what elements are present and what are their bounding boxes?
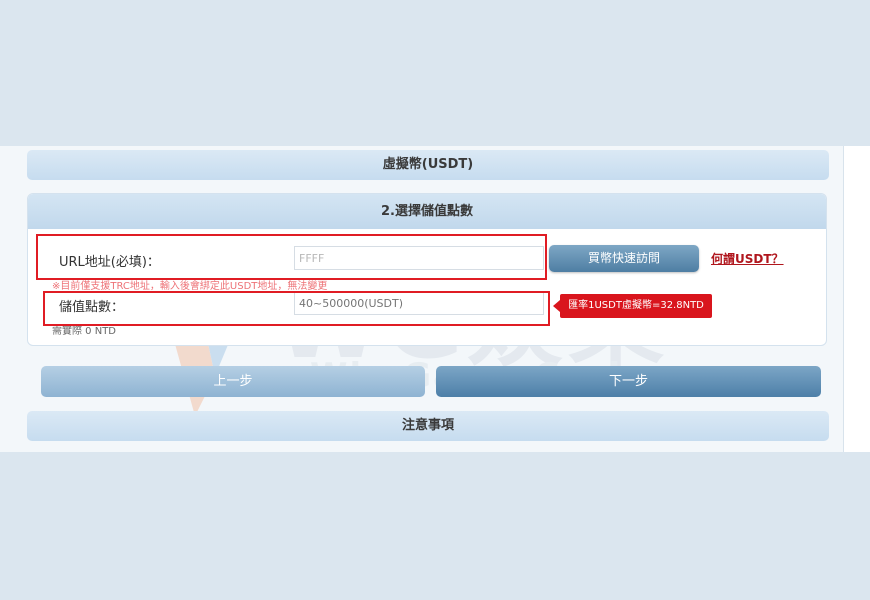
amount-input[interactable] (294, 291, 544, 315)
currency-title-bar: 虛擬幣(USDT) (27, 150, 829, 180)
next-step-button[interactable]: 下一步 (436, 366, 821, 397)
quick-buy-button[interactable]: 買幣快速訪問 (549, 245, 699, 272)
url-label: URL地址(必填)： (59, 255, 160, 270)
exchange-rate-tag: 匯率1USDT虛擬幣=32.8NTD (553, 294, 712, 318)
amount-label: 儲值點數： (59, 300, 125, 315)
url-input[interactable] (294, 246, 544, 270)
what-is-usdt-link[interactable]: 何謂USDT？ (711, 250, 784, 267)
right-gutter (843, 146, 870, 452)
url-note: ※目前僅支援TRC地址，輸入後會綁定此USDT地址，無法變更 (52, 281, 328, 292)
prev-step-button[interactable]: 上一步 (41, 366, 425, 397)
step-title: 2.選擇儲值點數 (28, 194, 826, 229)
deposit-panel: 2.選擇儲值點數 URL地址(必填)： ※目前僅支援TRC地址，輸入後會綁定此U… (27, 193, 827, 346)
notes-title-bar: 注意事項 (27, 411, 829, 441)
page-viewport: WG娛樂 Win Game Casino 虛擬幣(USDT) 2.選擇儲值點數 … (0, 146, 870, 452)
amount-note: 需實際 0 NTD (52, 326, 117, 337)
